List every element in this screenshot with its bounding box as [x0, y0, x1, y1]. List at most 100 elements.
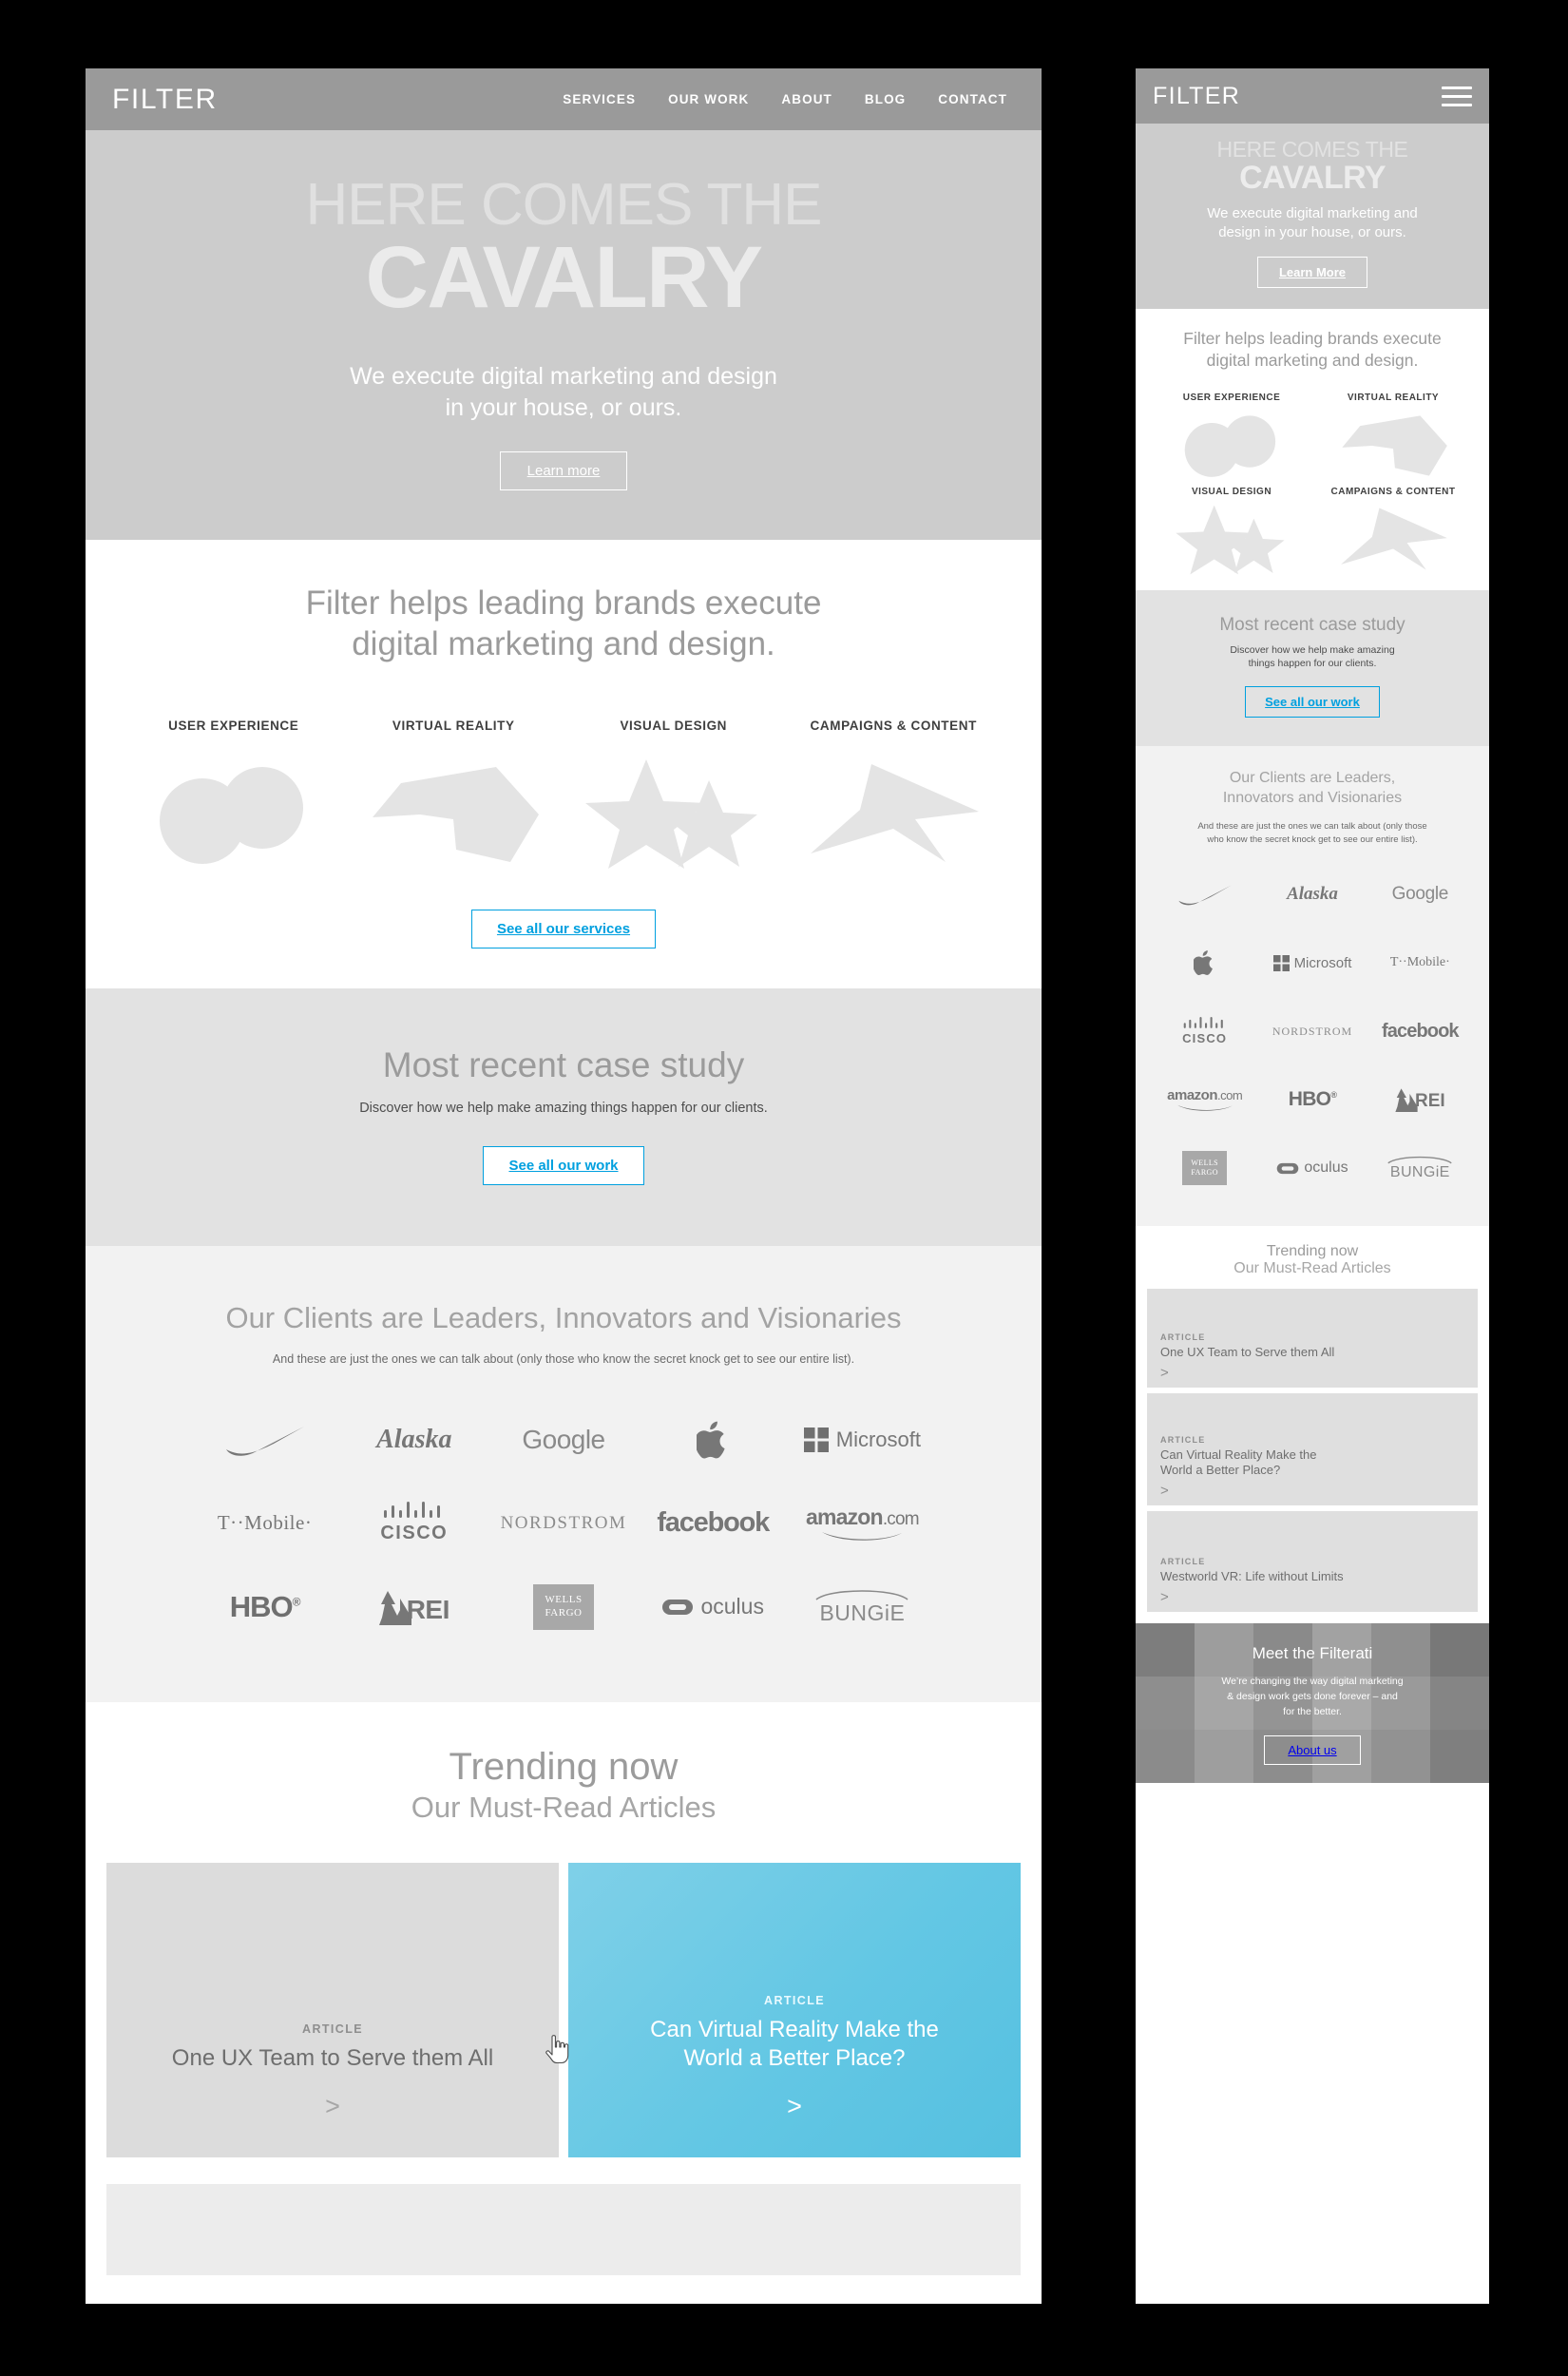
mobile-trending-section: Trending now Our Must-Read Articles [1136, 1226, 1489, 1284]
hero-learn-more-button[interactable]: Learn more [499, 451, 628, 491]
polygon-shape-icon [344, 757, 564, 872]
mobile-clients-heading-line-1: Our Clients are Leaders, [1229, 770, 1396, 787]
footer-line-2: & design work gets done forever – and [1227, 1691, 1398, 1703]
circles-shape-icon [124, 757, 344, 872]
client-logo-facebook: facebook [1382, 1020, 1460, 1042]
mobile-article-card-one-ux-team[interactable]: ARTICLE One UX Team to Serve them All > [1147, 1289, 1478, 1389]
mobile-service-item-virtual-reality[interactable]: VIRTUAL REALITY [1312, 393, 1474, 481]
trending-heading: Trending now [449, 1745, 679, 1788]
footer-heading: Meet the Filterati [1252, 1644, 1373, 1663]
article-kicker: ARTICLE [302, 2022, 363, 2036]
client-logo-alaska: Alaska [376, 1424, 452, 1454]
mobile-clients-heading: Our Clients are Leaders, Innovators and … [1151, 769, 1474, 809]
mobile-hero-line-1: HERE COMES THE [1216, 137, 1408, 162]
client-logo-hbo: HBO® [1288, 1088, 1337, 1111]
nav-item-about[interactable]: ABOUT [781, 92, 832, 106]
client-logo-nike [1151, 861, 1258, 928]
mobile-clients-heading-line-2: Innovators and Visionaries [1222, 789, 1403, 806]
mobile-services-section: Filter helps leading brands execute digi… [1136, 309, 1489, 590]
mobile-hero-learn-more-button[interactable]: Learn More [1256, 257, 1368, 289]
case-study-subtitle: Discover how we help make amazing things… [359, 1100, 768, 1116]
article-title: Can Virtual Reality Make the World a Bet… [595, 2016, 994, 2073]
article-title-line-1: Can Virtual Reality Make the [650, 2016, 939, 2042]
article-title-line-2: World a Better Place? [683, 2044, 906, 2071]
about-us-button[interactable]: About us [1264, 1734, 1361, 1765]
client-logo-microsoft: Microsoft [1258, 929, 1366, 996]
mobile-clients-subtitle: And these are just the ones we can talk … [1151, 820, 1474, 847]
client-logo-apple [1151, 929, 1258, 996]
article-title: Can Virtual Reality Make the World a Bet… [1160, 1447, 1464, 1480]
client-logo-cisco: CISCO [1151, 998, 1258, 1064]
stars-shape-icon [1151, 505, 1312, 575]
service-label: VIRTUAL REALITY [1347, 392, 1440, 403]
service-label: CAMPAIGNS & CONTENT [1330, 486, 1456, 497]
polygon-shape-icon [1312, 411, 1474, 481]
see-all-services-button[interactable]: See all our services [470, 909, 657, 948]
nav-item-contact[interactable]: CONTACT [938, 92, 1007, 106]
mobile-trending-subheading: Our Must-Read Articles [1233, 1260, 1391, 1277]
site-logo[interactable]: FILTER [112, 84, 218, 116]
hamburger-bar [1442, 103, 1472, 106]
client-logo-oculus: oculus [639, 1567, 788, 1647]
service-item-user-experience[interactable]: USER EXPERIENCE [124, 719, 344, 872]
service-item-visual-design[interactable]: VISUAL DESIGN [564, 719, 784, 872]
nav-item-services[interactable]: SERVICES [563, 92, 636, 106]
article-card-body: ARTICLE Westworld VR: Life without Limit… [1160, 1557, 1464, 1604]
client-logo-amazon: amazon.com [788, 1484, 937, 1563]
mobile-navbar: FILTER [1136, 68, 1489, 124]
footer-content: Meet the Filterati We’re changing the wa… [1136, 1644, 1489, 1765]
article-title-line-1: Can Virtual Reality Make the [1160, 1447, 1317, 1462]
service-label: VIRTUAL REALITY [392, 718, 515, 733]
desktop-navbar: FILTER SERVICES OUR WORK ABOUT BLOG CONT… [86, 68, 1042, 130]
mobile-article-card-virtual-reality[interactable]: ARTICLE Can Virtual Reality Make the Wor… [1147, 1393, 1478, 1506]
chevron-right-icon[interactable]: > [1160, 1590, 1464, 1604]
see-all-work-button[interactable]: See all our work [483, 1145, 644, 1185]
services-heading-line-1: Filter helps leading brands execute [305, 584, 822, 623]
chevron-right-icon[interactable]: > [595, 2093, 994, 2119]
hamburger-menu-icon[interactable] [1442, 86, 1472, 106]
article-title: Westworld VR: Life without Limits [1160, 1569, 1344, 1584]
mobile-case-study-heading: Most recent case study [1219, 614, 1405, 635]
mobile-clients-section: Our Clients are Leaders, Innovators and … [1136, 746, 1489, 1227]
services-cta-wrapper: See all our services [86, 909, 1042, 948]
client-logo-apple [639, 1400, 788, 1480]
client-logo-nordstrom: NORDSTROM [1272, 1024, 1353, 1038]
client-logo-nike [190, 1400, 339, 1480]
clients-heading: Our Clients are Leaders, Innovators and … [225, 1300, 902, 1334]
chevron-right-icon[interactable]: > [1160, 1366, 1464, 1380]
mobile-case-study-subtitle: Discover how we help make amazing things… [1153, 643, 1472, 671]
article-card-virtual-reality[interactable]: ARTICLE Can Virtual Reality Make the Wor… [568, 1862, 1021, 2157]
mobile-service-item-campaigns-and-content[interactable]: CAMPAIGNS & CONTENT [1312, 487, 1474, 575]
mobile-article-card-westworld-vr[interactable]: ARTICLE Westworld VR: Life without Limit… [1147, 1511, 1478, 1613]
mobile-hero-subtitle: We execute digital marketing and design … [1149, 204, 1476, 241]
mobile-footer-section: Meet the Filterati We’re changing the wa… [1136, 1623, 1489, 1784]
client-logo-amazon: amazon.com [1151, 1066, 1258, 1133]
service-item-virtual-reality[interactable]: VIRTUAL REALITY [344, 719, 564, 872]
clients-section: Our Clients are Leaders, Innovators and … [86, 1245, 1042, 1702]
article-card-one-ux-team[interactable]: ARTICLE One UX Team to Serve them All > [106, 1862, 559, 2157]
next-section-placeholder [106, 2183, 1021, 2275]
article-title: One UX Team to Serve them All [171, 2044, 494, 2071]
client-logo-oculus: oculus [1258, 1135, 1366, 1201]
client-logo-rei: REI [1367, 1066, 1474, 1133]
mobile-viewport: FILTER HERE COMES THE CAVALRY We execute… [1136, 68, 1489, 2304]
mobile-services-grid: USER EXPERIENCE VIRTUAL REALITY VISUAL D… [1151, 393, 1474, 575]
arrow-shape-icon [1312, 505, 1474, 575]
chevron-right-icon[interactable]: > [133, 2093, 532, 2119]
mobile-client-logo-grid: Alaska Google Microsoft T··Mobile· CISCO… [1151, 861, 1474, 1201]
nav-item-blog[interactable]: BLOG [865, 92, 906, 106]
services-list: USER EXPERIENCE VIRTUAL REALITY VISUAL D… [86, 719, 1042, 872]
chevron-right-icon[interactable]: > [1160, 1484, 1464, 1498]
circles-shape-icon [1151, 411, 1312, 481]
service-item-campaigns-and-content[interactable]: CAMPAIGNS & CONTENT [784, 719, 1004, 872]
article-kicker: ARTICLE [1160, 1332, 1206, 1343]
mobile-site-logo[interactable]: FILTER [1153, 83, 1240, 110]
nav-item-our-work[interactable]: OUR WORK [668, 92, 749, 106]
mobile-see-all-work-button[interactable]: See all our work [1245, 686, 1380, 719]
mobile-service-item-visual-design[interactable]: VISUAL DESIGN [1151, 487, 1312, 575]
mobile-service-item-user-experience[interactable]: USER EXPERIENCE [1151, 393, 1312, 481]
mobile-case-sub-line-2: things happen for our clients. [1248, 658, 1377, 670]
client-logo-microsoft: Microsoft [788, 1400, 937, 1480]
trending-section: Trending now Our Must-Read Articles ARTI… [86, 1701, 1042, 2275]
hero-section: HERE COMES THE CAVALRY We execute digita… [86, 130, 1042, 541]
